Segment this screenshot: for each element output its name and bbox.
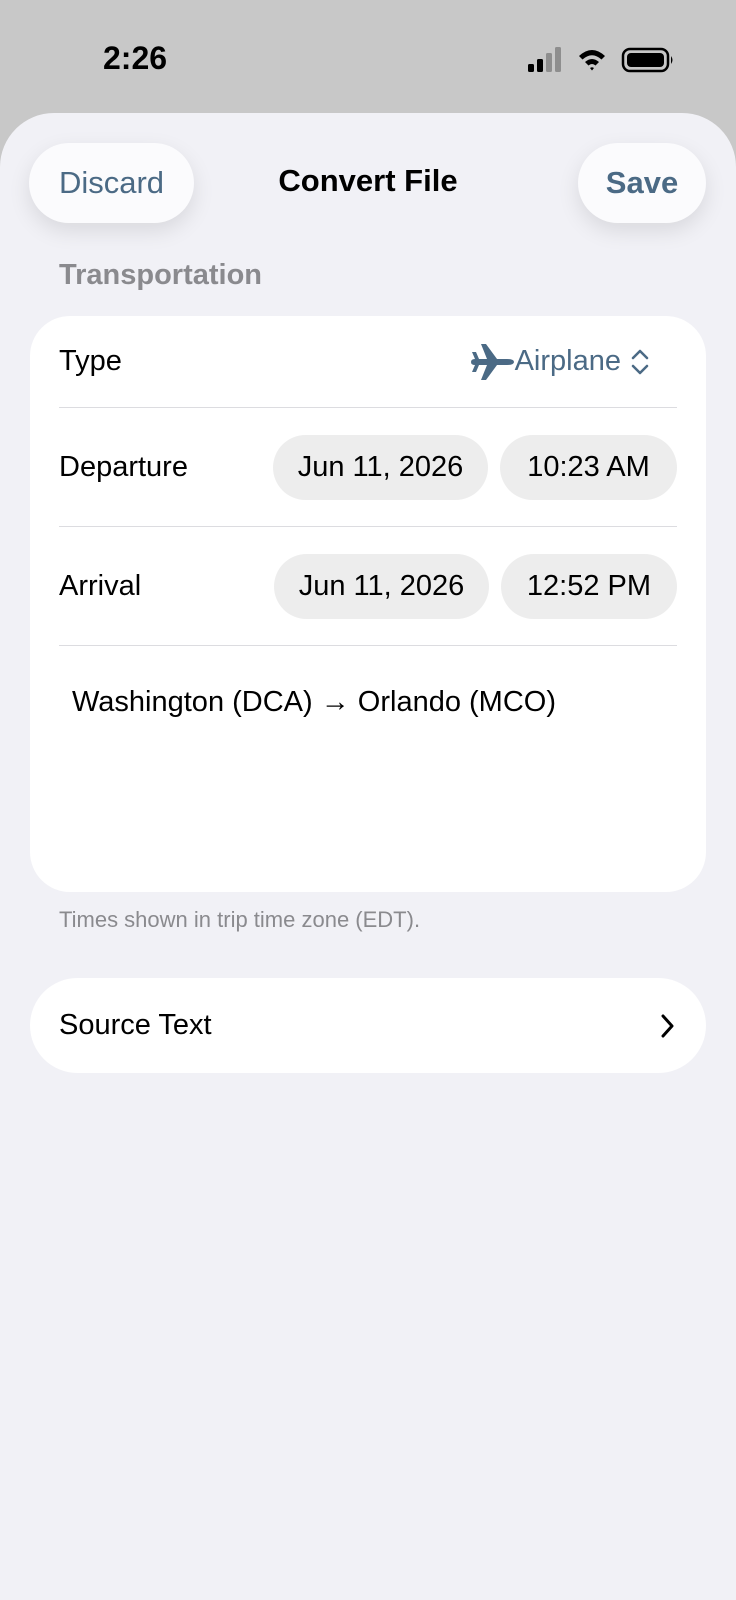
status-time: 2:26 xyxy=(103,40,168,76)
convert-file-sheet: Discard Convert File Save Transportation… xyxy=(0,113,736,1600)
section-header-transportation: Transportation xyxy=(59,259,263,291)
battery-icon xyxy=(621,47,673,73)
transportation-card: Type Airplane Departure Jun 11, 2026 10:… xyxy=(30,316,706,892)
status-icons xyxy=(528,47,673,73)
route-text-field[interactable]: Washington (DCA) → Orlando (MCO) xyxy=(72,686,556,719)
type-picker[interactable]: Airplane xyxy=(469,342,651,382)
departure-time-picker[interactable]: 10:23 AM xyxy=(500,435,677,500)
arrival-date-picker[interactable]: Jun 11, 2026 xyxy=(274,554,489,619)
chevron-right-icon xyxy=(661,1014,674,1037)
cellular-signal-icon xyxy=(528,47,561,72)
divider xyxy=(59,645,677,646)
status-bar: 2:26 xyxy=(0,0,736,115)
source-text-row[interactable]: Source Text xyxy=(30,978,706,1073)
save-button[interactable]: Save xyxy=(578,143,706,223)
timezone-footnote: Times shown in trip time zone (EDT). xyxy=(59,907,421,932)
arrival-label: Arrival xyxy=(59,569,142,602)
wifi-icon xyxy=(579,50,605,71)
airplane-icon xyxy=(470,343,514,380)
type-row: Type Airplane xyxy=(59,316,677,407)
chevron-up-down-icon xyxy=(631,349,649,374)
departure-date-picker[interactable]: Jun 11, 2026 xyxy=(273,435,488,500)
departure-label: Departure xyxy=(59,450,188,483)
type-label: Type xyxy=(59,345,122,377)
source-text-label: Source Text xyxy=(59,1009,212,1041)
arrival-time-picker[interactable]: 12:52 PM xyxy=(501,554,677,619)
type-value: Airplane xyxy=(514,345,621,377)
